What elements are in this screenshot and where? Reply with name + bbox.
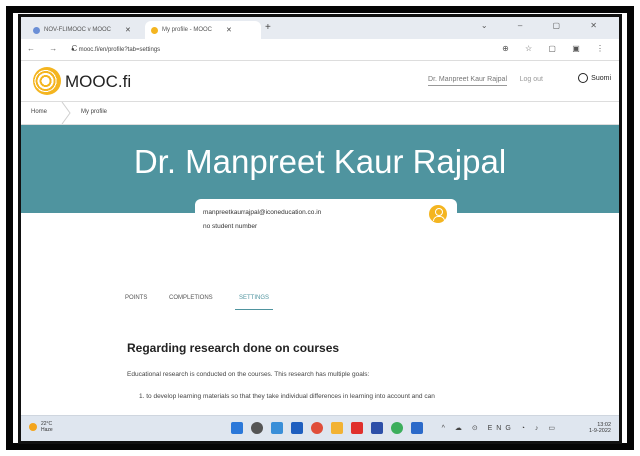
url-text: mooc.fi/en/profile?tab=settings: [78, 47, 161, 53]
profile-info-card: manpreetkaurrajpal@iconeducation.co.in n…: [195, 199, 457, 247]
section-paragraph: Educational research is conducted on the…: [127, 371, 370, 378]
taskbar-apps: [231, 422, 423, 434]
sun-icon: [29, 423, 37, 431]
browser-tab-label: My profile - MOOC: [162, 27, 213, 33]
start-icon[interactable]: [231, 422, 243, 434]
tab-completions[interactable]: COMPLETIONS: [169, 295, 213, 309]
browser-tab-label: NOV-FLIMOOC v MOOC: [44, 27, 112, 33]
address-bar: ← → C ● mooc.fi/en/profile?tab=settings …: [21, 39, 619, 61]
section-title: Regarding research done on courses: [127, 341, 340, 355]
browser-tab-bar: NOV-FLIMOOC v MOOC ✕ My profile - MOOC ✕…: [21, 17, 619, 39]
profile-name: Dr. Manpreet Kaur Rajpal: [133, 143, 507, 180]
new-tab-icon[interactable]: +: [265, 22, 271, 33]
chrome-icon[interactable]: [391, 422, 403, 434]
globe-icon: [578, 73, 589, 83]
site-header: MOOC.fi Dr. Manpreet Kaur Rajpal Log out…: [21, 61, 619, 101]
clock[interactable]: 13:02 1-9-2022: [589, 422, 611, 434]
chat-icon[interactable]: [291, 422, 303, 434]
logo-text[interactable]: MOOC.fi: [65, 72, 131, 92]
browser-toolbar-icons[interactable]: ⊕ ☆ ▢ ▣ ⋮: [502, 44, 611, 53]
lock-icon: ●: [71, 47, 75, 53]
student-number: no student number: [203, 223, 258, 230]
tab-points[interactable]: POINTS: [125, 295, 147, 309]
language-selector[interactable]: Suomi: [578, 73, 611, 83]
store-icon[interactable]: [351, 422, 363, 434]
clock-date: 1-9-2022: [588, 428, 611, 434]
task-view-icon[interactable]: [271, 422, 283, 434]
os-taskbar: 22°C Haze ^ ☁ ⊙ ENG ◔ ♪ ▭ 13:02 1-9-2022: [21, 415, 619, 441]
breadcrumb: Home My profile: [21, 101, 619, 125]
url-field[interactable]: ● mooc.fi/en/profile?tab=settings: [71, 43, 481, 57]
logout-link[interactable]: Log out: [520, 76, 543, 83]
window-controls[interactable]: ⌄ – ▢ ✕: [481, 21, 611, 30]
breadcrumb-current: My profile: [81, 109, 108, 115]
user-profile-link[interactable]: Dr. Manpreet Kaur Rajpal: [428, 76, 507, 86]
browser-tab[interactable]: NOV-FLIMOOC v MOOC ✕: [27, 21, 145, 39]
section-list-item: 1. to develop learning materials so that…: [139, 393, 435, 400]
breadcrumb-home[interactable]: Home: [31, 109, 47, 115]
avatar-icon: [429, 205, 447, 223]
language-label: Suomi: [591, 74, 611, 82]
browser-tab-active[interactable]: My profile - MOOC ✕: [145, 21, 261, 39]
app-icon[interactable]: [371, 422, 383, 434]
browser-app-icon[interactable]: [311, 422, 323, 434]
close-tab-icon[interactable]: ✕: [125, 26, 131, 34]
breadcrumb-separator-icon: [61, 102, 71, 124]
word-icon[interactable]: [411, 422, 423, 434]
favicon-icon: [151, 26, 158, 34]
system-tray-icons[interactable]: ^ ☁ ⊙ ENG ◔ ♪ ▭: [442, 424, 559, 432]
mooc-logo-icon[interactable]: [33, 67, 61, 95]
weather-widget[interactable]: 22°C Haze: [29, 421, 53, 433]
weather-desc: Haze: [41, 427, 53, 433]
file-explorer-icon[interactable]: [331, 422, 343, 434]
favicon-icon: [33, 26, 40, 34]
search-icon[interactable]: [251, 422, 263, 434]
close-tab-icon[interactable]: ✕: [226, 26, 232, 34]
tab-settings[interactable]: SETTINGS: [235, 295, 274, 310]
screen: NOV-FLIMOOC v MOOC ✕ My profile - MOOC ✕…: [18, 14, 622, 444]
profile-email: manpreetkaurrajpal@iconeducation.co.in: [203, 209, 322, 216]
